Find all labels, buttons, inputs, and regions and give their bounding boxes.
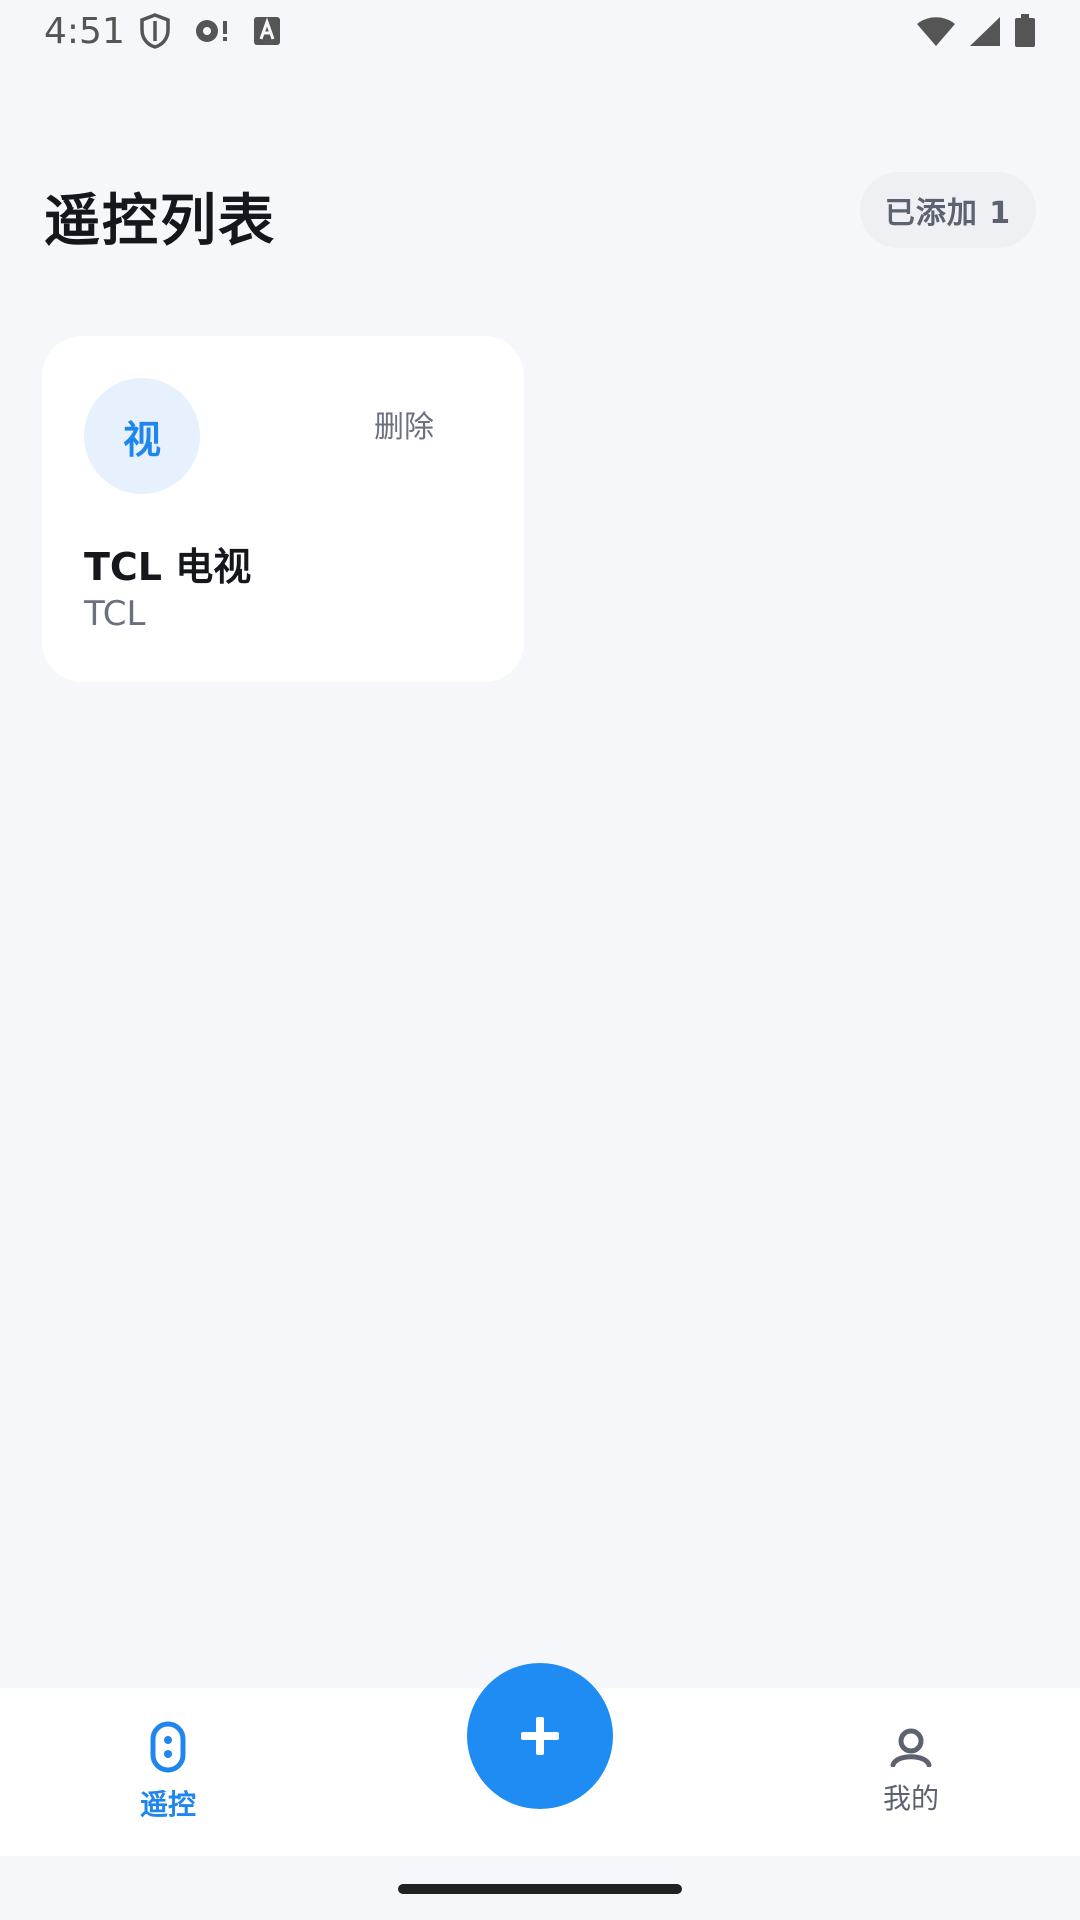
delete-button[interactable]: 删除 <box>374 402 434 446</box>
added-count-badge: 已添加 1 <box>860 172 1036 248</box>
status-right-icons <box>916 14 1036 48</box>
sync-alert-icon <box>193 15 231 47</box>
shield-icon <box>139 13 171 49</box>
nav-item-remote[interactable]: 遥控 <box>58 1688 278 1856</box>
device-brand: TCL <box>84 594 146 634</box>
plus-icon <box>519 1715 561 1757</box>
signal-icon <box>968 15 1002 47</box>
status-bar: 4:51 <box>0 0 1080 62</box>
status-left-icons <box>139 13 281 49</box>
page-title: 遥控列表 <box>44 189 276 254</box>
wifi-icon <box>916 15 956 47</box>
person-icon <box>889 1727 933 1767</box>
device-avatar: 视 <box>84 378 200 494</box>
status-time: 4:51 <box>44 10 125 52</box>
nav-label-remote: 遥控 <box>139 1788 196 1821</box>
text-a-icon <box>253 16 281 46</box>
screen: 4:51 遥控列表 已添加 1 视 删除 TCL 电视 TCL 遥控 我的 <box>0 0 1080 1920</box>
nav-item-mine[interactable]: 我的 <box>801 1688 1021 1856</box>
device-name: TCL 电视 <box>84 545 252 589</box>
add-remote-button[interactable] <box>467 1663 613 1809</box>
remote-icon <box>150 1721 186 1773</box>
gesture-bar[interactable] <box>398 1884 682 1894</box>
nav-label-mine: 我的 <box>882 1782 939 1815</box>
device-card[interactable]: 视 删除 TCL 电视 TCL <box>42 336 524 682</box>
battery-icon <box>1014 14 1036 48</box>
